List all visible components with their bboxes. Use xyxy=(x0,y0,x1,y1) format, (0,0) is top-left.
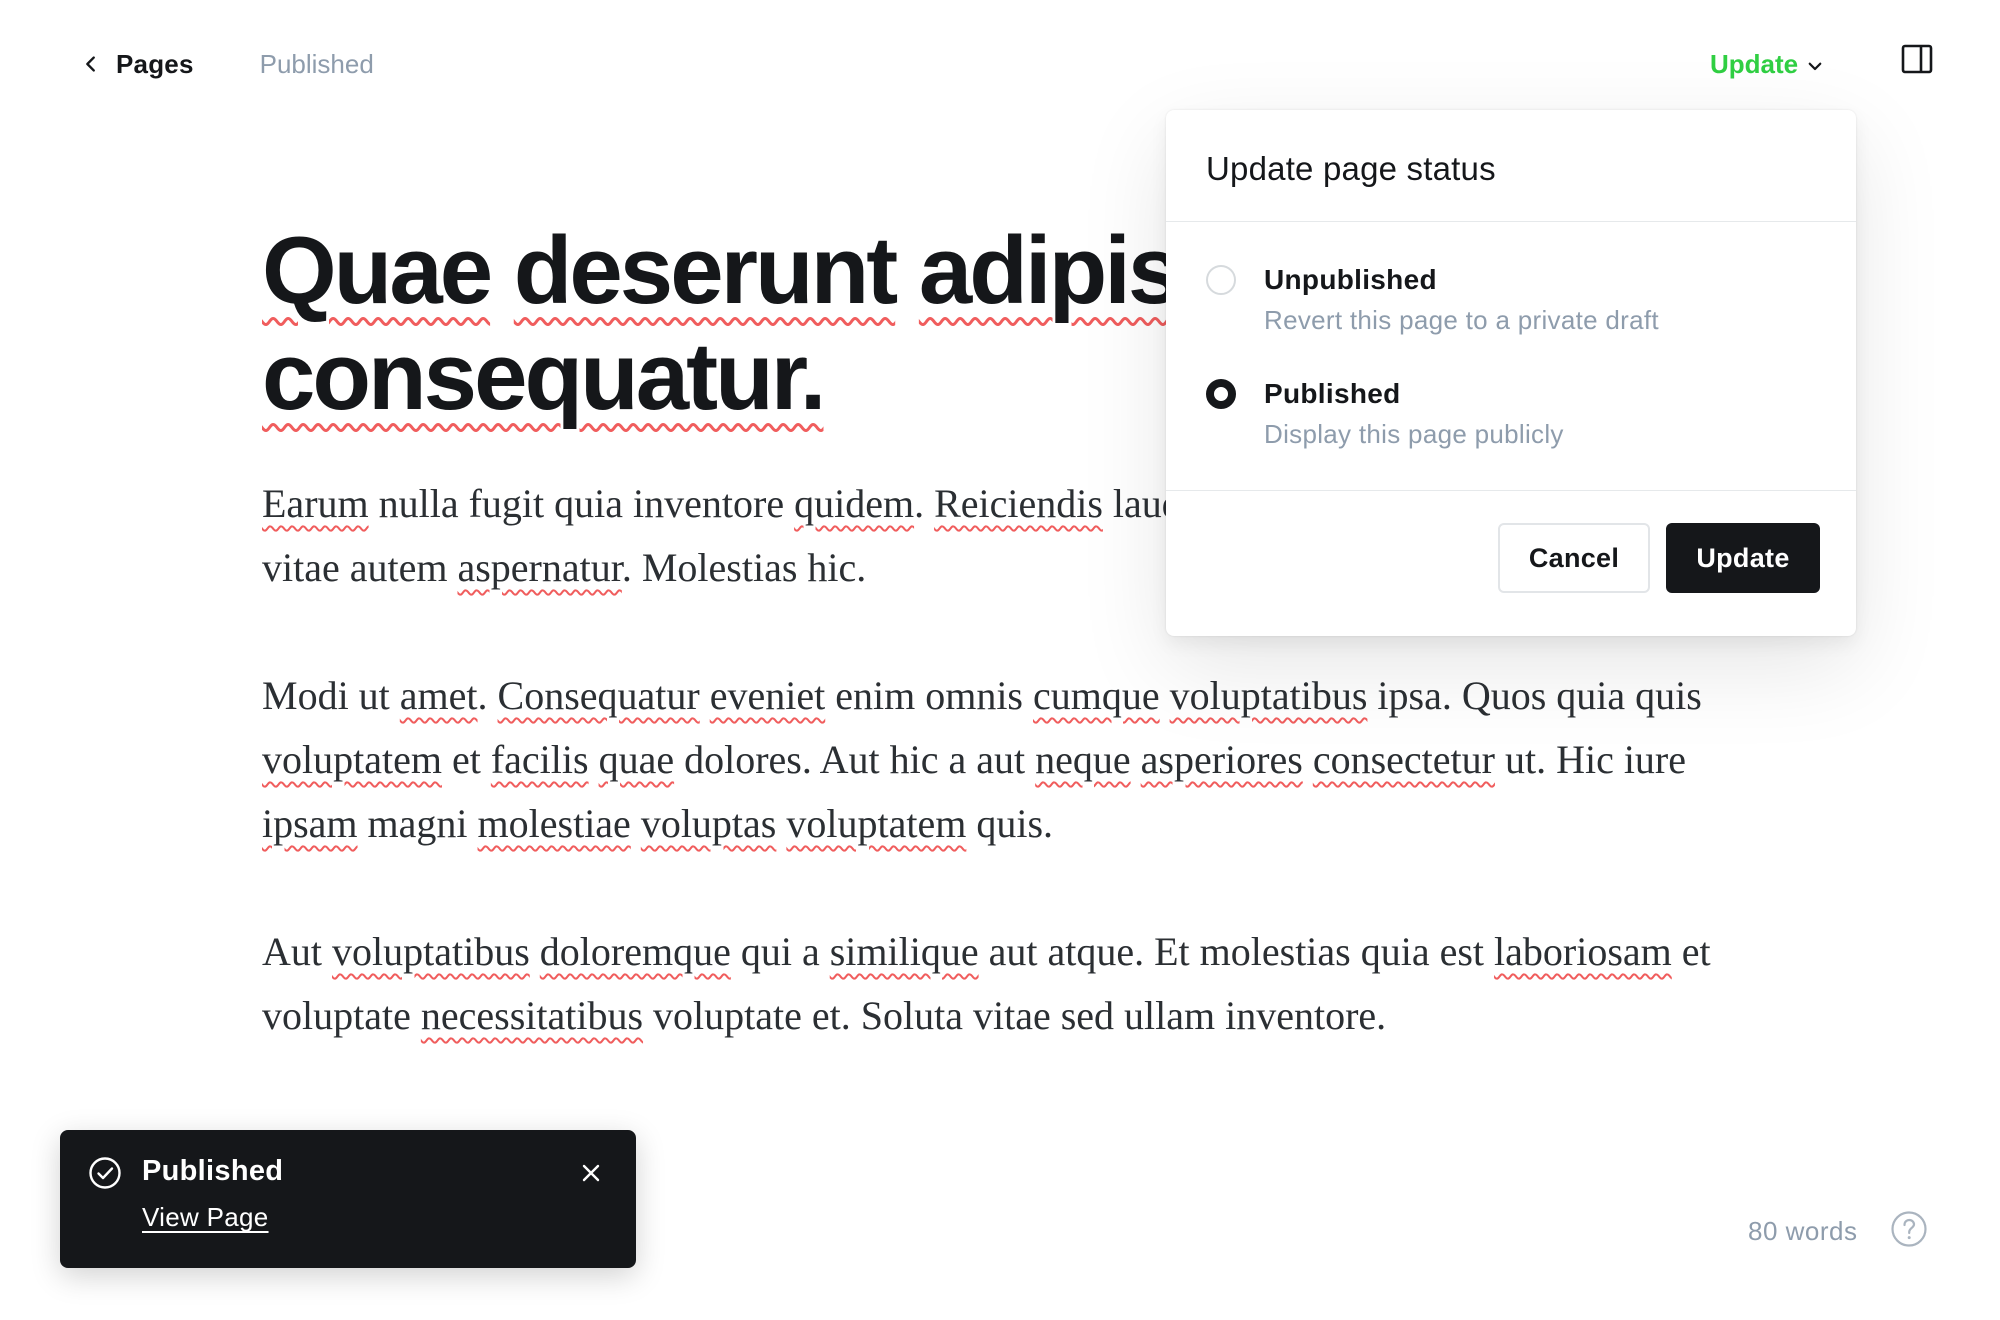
misspelled-word: ipsam xyxy=(262,801,358,846)
cancel-button[interactable]: Cancel xyxy=(1498,523,1650,593)
option-description: Revert this page to a private draft xyxy=(1264,305,1659,335)
misspelled-word: asperiores xyxy=(1140,737,1303,782)
toast-title: Published xyxy=(142,1155,284,1187)
misspelled-word: eveniet xyxy=(709,673,826,718)
published-toast: Published View Page xyxy=(60,1130,636,1268)
update-button[interactable]: Update xyxy=(1666,523,1820,593)
sidebar-panel-icon[interactable] xyxy=(1900,42,1934,76)
popover-title: Update page status xyxy=(1206,150,1496,187)
misspelled-word: voluptatibus xyxy=(1169,673,1368,718)
close-icon[interactable] xyxy=(578,1160,604,1186)
check-circle-icon xyxy=(89,1157,121,1189)
misspelled-word: Earum xyxy=(262,481,369,526)
misspelled-word: molestiae xyxy=(477,801,631,846)
paragraph-3[interactable]: Aut voluptatibus doloremque qui a simili… xyxy=(262,920,1762,1048)
misspelled-word: Consequatur xyxy=(497,673,700,718)
view-page-link[interactable]: View Page xyxy=(142,1202,269,1233)
top-bar-left: Pages Published xyxy=(80,44,374,84)
misspelled-word: Reiciendis xyxy=(934,481,1103,526)
misspelled-word: consequatur. xyxy=(262,323,826,430)
radio-published[interactable] xyxy=(1206,379,1236,409)
misspelled-word: necessitatibus xyxy=(420,993,644,1038)
option-label: Unpublished xyxy=(1264,264,1437,295)
misspelled-word: quae xyxy=(598,737,675,782)
misspelled-word: deserunt xyxy=(513,217,898,324)
update-trigger-label: Update xyxy=(1710,48,1799,79)
update-status-popover: Update page status Unpublished Revert th… xyxy=(1166,110,1856,636)
chevron-left-icon xyxy=(86,56,95,72)
chevron-down-icon xyxy=(1808,62,1822,70)
back-link-label: Pages xyxy=(116,48,194,79)
post-status-label: Published xyxy=(259,48,374,79)
question-circle-icon[interactable] xyxy=(1890,1210,1928,1248)
radio-unpublished[interactable] xyxy=(1206,265,1236,295)
misspelled-word: cumque xyxy=(1033,673,1160,718)
back-to-pages-link[interactable]: Pages xyxy=(80,49,194,80)
misspelled-word: aspernatur xyxy=(457,545,622,590)
misspelled-word: voluptatem xyxy=(262,737,442,782)
status-options: Unpublished Revert this page to a privat… xyxy=(1166,222,1856,491)
misspelled-word: doloremque xyxy=(539,929,731,974)
word-count: 80 words xyxy=(1748,1216,1858,1246)
update-dropdown-trigger[interactable]: Update xyxy=(1710,44,1824,84)
misspelled-word: quidem xyxy=(794,481,915,526)
misspelled-word: similique xyxy=(829,929,979,974)
option-text: Unpublished Revert this page to a privat… xyxy=(1264,262,1659,338)
misspelled-word: neque xyxy=(1035,737,1131,782)
misspelled-word: facilis xyxy=(490,737,589,782)
option-unpublished[interactable]: Unpublished Revert this page to a privat… xyxy=(1206,262,1659,338)
misspelled-word: consectetur xyxy=(1312,737,1495,782)
option-description: Display this page publicly xyxy=(1264,419,1564,449)
popover-actions: Cancel Update xyxy=(1166,491,1856,635)
option-text: Published Display this page publicly xyxy=(1264,376,1564,452)
misspelled-word: laboriosam xyxy=(1494,929,1672,974)
misspelled-word: Quae xyxy=(262,217,493,324)
option-published[interactable]: Published Display this page publicly xyxy=(1206,376,1564,452)
option-label: Published xyxy=(1264,378,1401,409)
popover-header: Update page status xyxy=(1166,110,1856,222)
misspelled-word: voluptatem xyxy=(786,801,967,846)
misspelled-word: voluptas xyxy=(640,801,777,846)
paragraph-2[interactable]: Modi ut amet. Consequatur eveniet enim o… xyxy=(262,664,1762,856)
misspelled-word: voluptatibus xyxy=(332,929,530,974)
misspelled-word: amet xyxy=(399,673,478,718)
